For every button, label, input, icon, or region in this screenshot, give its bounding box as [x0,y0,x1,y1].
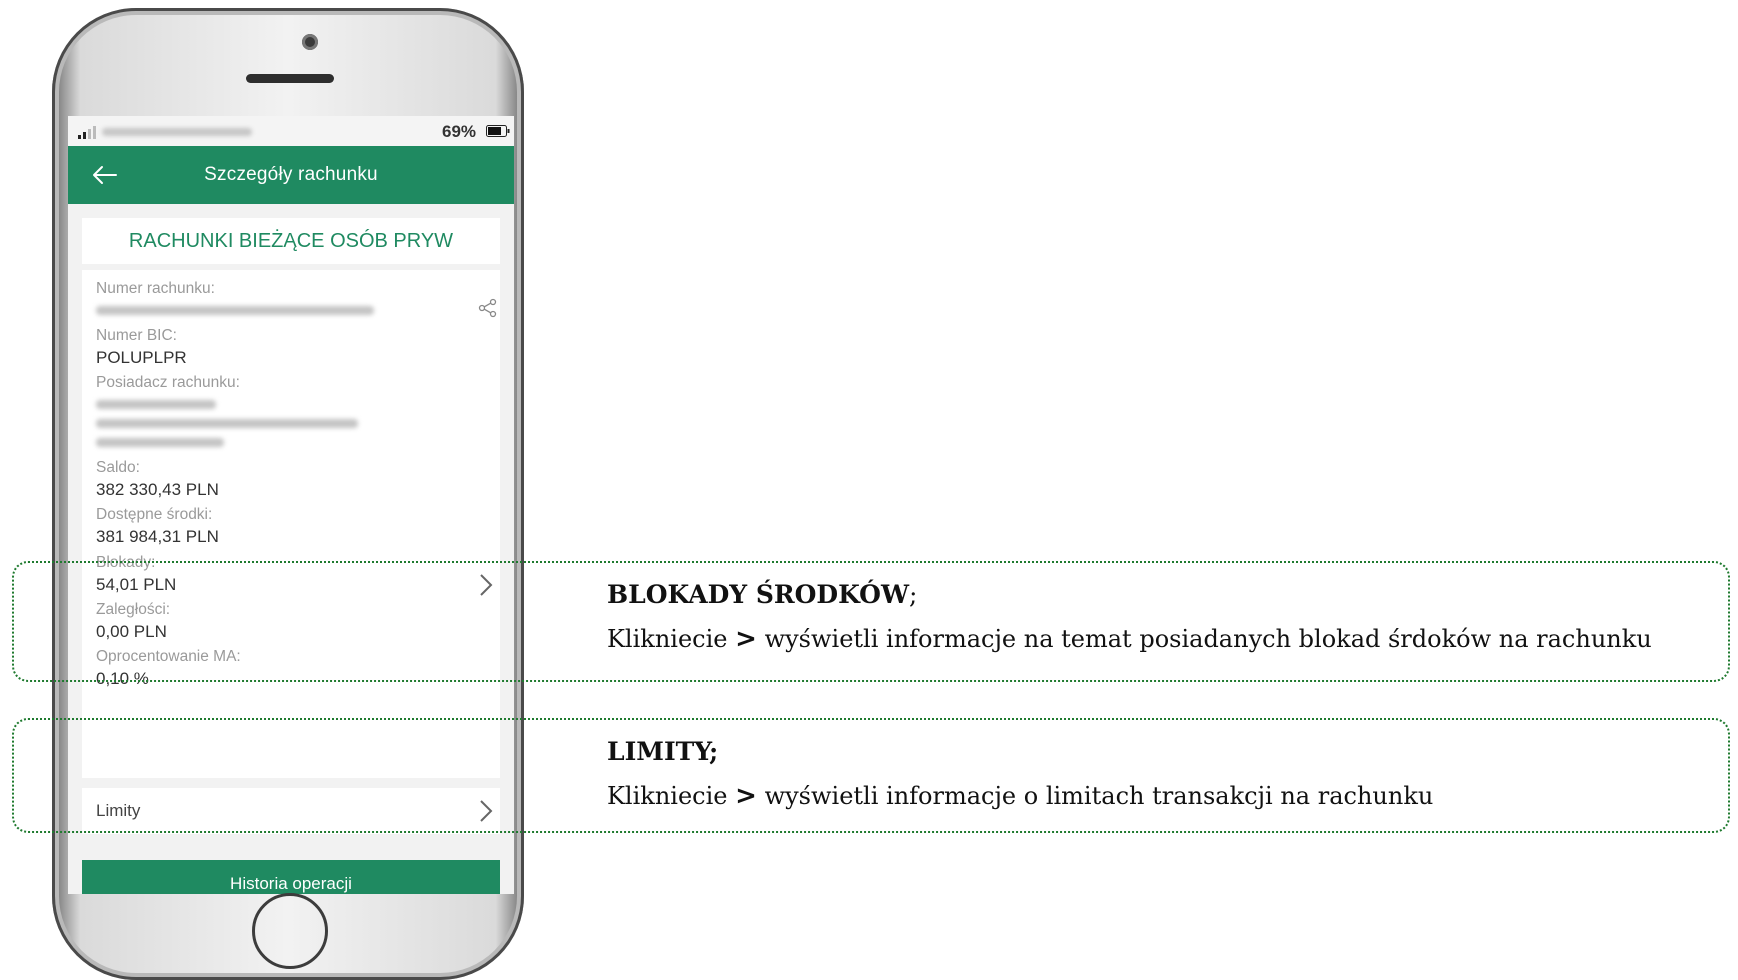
bic-value: POLUPLPR [96,348,187,367]
callout-text-blocks-after: wyświetli informacje na temat posiadanyc… [764,625,1652,653]
callout-title-blocks-suffix: ; [909,580,918,609]
front-camera [302,34,318,50]
share-icon[interactable] [478,298,498,318]
account-type-title: RACHUNKI BIEŻĄCE OSÓB PRYW [82,218,500,264]
owner-city-blurred [96,438,224,447]
home-button[interactable] [252,893,328,969]
account-number-blurred [96,306,374,315]
available-funds-value: 381 984,31 PLN [96,527,219,546]
available-funds-label: Dostępne środki: [96,506,213,523]
balance-value: 382 330,43 PLN [96,480,219,499]
greater-than-icon: > [735,781,757,811]
balance-label: Saldo: [96,459,140,476]
earpiece-speaker [246,74,334,83]
account-details-card: Numer rachunku: Numer BIC: POLUPLPR Posi… [82,270,500,778]
bic-label: Numer BIC: [96,327,177,344]
owner-address-blurred [96,419,358,428]
greater-than-icon: > [735,624,757,654]
battery-icon [486,125,510,137]
app-header: Szczegóły rachunku [68,146,514,204]
history-button[interactable]: Historia operacji [82,860,500,894]
callout-title-blocks-text: BLOKADY ŚRODKÓW [607,580,910,609]
callout-text-limits-after: wyświetli informacje o limitach transakc… [764,782,1434,810]
page-title: Szczegóły rachunku [204,164,378,185]
callout-box-limits [12,718,1730,833]
owner-name-blurred [96,400,216,409]
carrier-time-blurred [102,128,252,136]
owner-label: Posiadacz rachunku: [96,374,240,391]
battery-percent: 69% [442,122,477,141]
phone-mockup: 69% Szczegóły rachunku RACHUNKI BIEŻĄCE … [52,8,524,980]
account-number-label: Numer rachunku: [96,280,215,297]
callout-text-blocks-before: Klikniecie [607,625,728,653]
arrow-left-icon[interactable] [90,163,118,187]
callout-title-limits: LIMITY; [607,737,719,766]
callout-title-blocks: BLOKADY ŚRODKÓW; [607,580,917,609]
callout-text-blocks: Klikniecie > wyświetli informacje na tem… [607,624,1652,654]
signal-icon [78,126,96,139]
status-bar: 69% [68,116,514,146]
callout-text-limits: Klikniecie > wyświetli informacje o limi… [607,781,1433,811]
callout-text-limits-before: Klikniecie [607,782,728,810]
